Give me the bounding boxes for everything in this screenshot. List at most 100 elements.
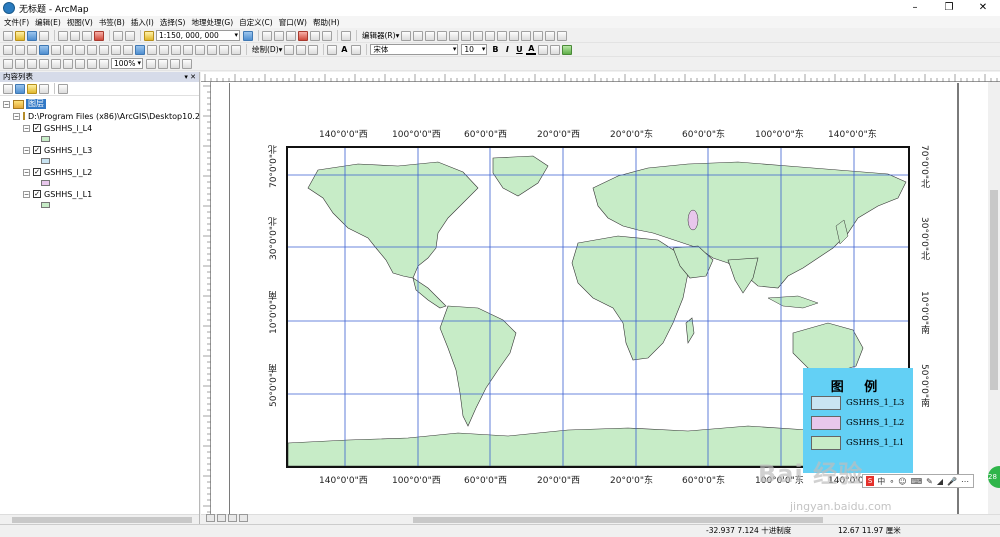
- focus-data-frame-icon[interactable]: [158, 58, 168, 69]
- cut-polygons-icon[interactable]: [497, 30, 508, 41]
- edit-tool-icon[interactable]: [401, 30, 412, 41]
- layer-row[interactable]: − ✓ GSHHS_l_L2: [3, 166, 199, 178]
- font-name-select[interactable]: 宋体: [370, 44, 459, 55]
- menu-bookmarks[interactable]: 书签(B): [99, 17, 125, 28]
- layout-forward-icon[interactable]: [99, 58, 109, 69]
- underline-button[interactable]: U: [514, 45, 524, 54]
- python-window-icon[interactable]: [310, 30, 320, 41]
- select-features-icon[interactable]: [99, 44, 109, 55]
- ime-toolbar[interactable]: S 中 ∘ ☺ ⌨ ✎ ◢ 🎤 ⋯: [862, 474, 974, 488]
- create-viewer-icon[interactable]: [231, 44, 241, 55]
- layer-row[interactable]: − ✓ GSHHS_l_L1: [3, 188, 199, 200]
- hyperlink-icon[interactable]: [147, 44, 157, 55]
- ime-skin-icon[interactable]: ◢: [937, 477, 943, 486]
- marker-icon[interactable]: [351, 44, 362, 55]
- data-view-tab[interactable]: [206, 514, 215, 522]
- ime-voice-icon[interactable]: 🎤: [947, 477, 957, 486]
- menu-windows[interactable]: 窗口(W): [279, 17, 307, 28]
- find-route-icon[interactable]: [195, 44, 205, 55]
- layout-back-icon[interactable]: [87, 58, 97, 69]
- menu-insert[interactable]: 插入(I): [131, 17, 154, 28]
- modelbuilder-icon[interactable]: [322, 30, 332, 41]
- paste-icon[interactable]: [82, 30, 92, 41]
- map-scale-select[interactable]: 1:150, 000, 000: [156, 30, 240, 41]
- ime-keyboard-icon[interactable]: ⌨: [911, 477, 923, 486]
- zoom-in-icon[interactable]: [3, 44, 13, 55]
- italic-button[interactable]: I: [502, 45, 512, 54]
- font-size-select[interactable]: 10: [461, 44, 488, 55]
- refresh-view-icon[interactable]: [228, 514, 237, 522]
- edit-annotation-icon[interactable]: [413, 30, 424, 41]
- rotate-icon[interactable]: [521, 30, 532, 41]
- ime-more-icon[interactable]: ⋯: [961, 477, 969, 486]
- layout-horizontal-scrollbar[interactable]: [201, 514, 1000, 524]
- split-icon[interactable]: [509, 30, 520, 41]
- layout-zoom-in-icon[interactable]: [3, 58, 13, 69]
- delete-icon[interactable]: [94, 30, 104, 41]
- layout-pan-icon[interactable]: [27, 58, 37, 69]
- help-icon[interactable]: [341, 30, 351, 41]
- collapse-icon[interactable]: −: [23, 168, 30, 176]
- layer-visibility-checkbox[interactable]: ✓: [33, 124, 41, 132]
- straight-segment-icon[interactable]: [425, 30, 436, 41]
- ime-handwriting-icon[interactable]: ✎: [926, 477, 933, 486]
- add-data-icon[interactable]: [144, 30, 154, 41]
- toggle-draft-mode-icon[interactable]: [146, 58, 156, 69]
- list-by-source-icon[interactable]: [15, 83, 25, 94]
- editor-toolbar-icon[interactable]: [243, 30, 253, 41]
- ime-emoji-icon[interactable]: ☺: [898, 477, 906, 486]
- pan-hand-icon[interactable]: [27, 44, 37, 55]
- layer-visibility-checkbox[interactable]: ✓: [33, 146, 41, 154]
- end-point-arc-icon[interactable]: [437, 30, 448, 41]
- back-extent-icon[interactable]: [75, 44, 85, 55]
- zoom-whole-page-icon[interactable]: [39, 58, 49, 69]
- toc-pin-close-buttons[interactable]: ▾ ✕: [184, 72, 196, 82]
- data-driven-pages-icon[interactable]: [182, 58, 192, 69]
- identify-icon[interactable]: [135, 44, 145, 55]
- collapse-icon[interactable]: −: [13, 112, 20, 120]
- font-color-button[interactable]: A: [526, 44, 537, 55]
- html-popup-icon[interactable]: [159, 44, 169, 55]
- catalog-window-icon[interactable]: [274, 30, 284, 41]
- draw-menu[interactable]: 绘制(D)▾: [252, 44, 282, 55]
- layer-name[interactable]: GSHHS_l_L2: [44, 168, 92, 177]
- point-icon[interactable]: [461, 30, 472, 41]
- layers-root-row[interactable]: − 图层: [3, 98, 199, 110]
- maximize-button[interactable]: ❐: [932, 0, 966, 16]
- layer-name[interactable]: GSHHS_l_L4: [44, 124, 92, 133]
- layers-root-label[interactable]: 图层: [26, 99, 46, 109]
- open-icon[interactable]: [15, 30, 25, 41]
- layer-visibility-checkbox[interactable]: ✓: [33, 168, 41, 176]
- layer-symbol-swatch[interactable]: [41, 202, 50, 208]
- undo-icon[interactable]: [113, 30, 123, 41]
- list-by-visibility-icon[interactable]: [27, 83, 37, 94]
- rotate-element-icon[interactable]: [296, 44, 307, 55]
- minimize-button[interactable]: –: [898, 0, 932, 16]
- zoom-out-icon[interactable]: [15, 44, 25, 55]
- folder-row[interactable]: − D:\Program Files (x86)\ArcGIS\Desktop1…: [3, 110, 200, 122]
- rectangle-icon[interactable]: [327, 44, 338, 55]
- layer-symbol-swatch[interactable]: [41, 158, 50, 164]
- collapse-icon[interactable]: −: [3, 100, 10, 108]
- marker-color-icon[interactable]: [562, 44, 573, 55]
- layout-zoom-out-icon[interactable]: [15, 58, 25, 69]
- editor-menu[interactable]: 编辑器(R)▾: [362, 30, 399, 41]
- create-features-icon[interactable]: [557, 30, 568, 41]
- print-icon[interactable]: [39, 30, 49, 41]
- menu-help[interactable]: 帮助(H): [313, 17, 340, 28]
- toc-window-icon[interactable]: [262, 30, 272, 41]
- layer-row[interactable]: − ✓ GSHHS_l_L3: [3, 144, 199, 156]
- layer-name[interactable]: GSHHS_l_L3: [44, 146, 92, 155]
- attributes-icon[interactable]: [533, 30, 544, 41]
- sketch-properties-icon[interactable]: [545, 30, 556, 41]
- menu-edit[interactable]: 编辑(E): [35, 17, 61, 28]
- pause-drawing-icon[interactable]: [239, 514, 248, 522]
- time-slider-icon[interactable]: [219, 44, 229, 55]
- toc-horizontal-scrollbar[interactable]: [0, 514, 199, 524]
- layout-view-tab[interactable]: [217, 514, 226, 522]
- fixed-zoom-out-icon[interactable]: [63, 44, 73, 55]
- text-tool-icon[interactable]: A: [339, 45, 349, 54]
- collapse-icon[interactable]: −: [23, 124, 30, 132]
- layer-name[interactable]: GSHHS_l_L1: [44, 190, 92, 199]
- menu-file[interactable]: 文件(F): [4, 17, 29, 28]
